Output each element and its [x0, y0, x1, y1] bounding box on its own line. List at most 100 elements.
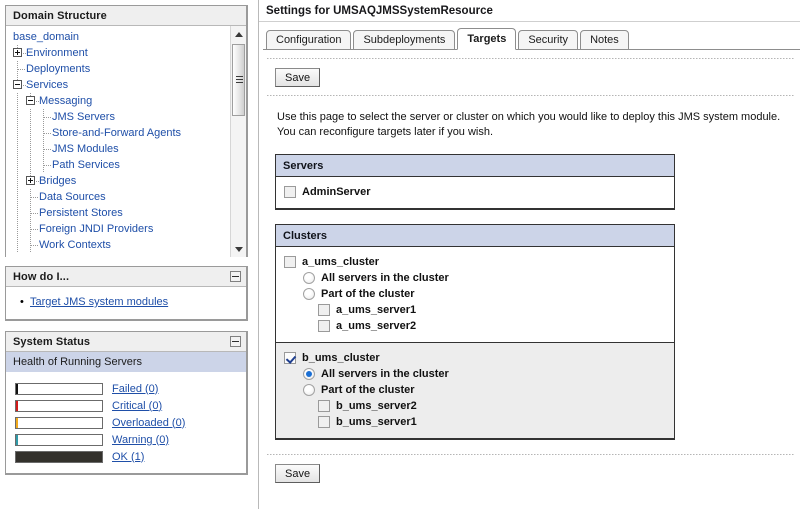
- tree-item-persistent-stores[interactable]: Persistent Stores: [13, 205, 231, 221]
- tab-security[interactable]: Security: [518, 30, 579, 50]
- option-label: All servers in the cluster: [321, 368, 449, 380]
- servers-panel-body: AdminServer: [276, 177, 674, 208]
- checkbox-unchecked-icon[interactable]: [318, 304, 330, 316]
- tree-item-label: Data Sources: [39, 191, 106, 203]
- health-label[interactable]: Failed (0): [112, 383, 158, 395]
- domain-structure-panel: Domain Structure base_domain Environment D…: [5, 5, 248, 257]
- tree-expander-minus-icon[interactable]: [13, 77, 27, 93]
- option-row-b-ums-server1[interactable]: b_ums_server1: [276, 414, 674, 430]
- tree-item-label: Deployments: [26, 63, 91, 75]
- scroll-down-arrow-icon[interactable]: [231, 241, 246, 257]
- option-row-a-ums-server2[interactable]: a_ums_server2: [276, 318, 674, 334]
- radio-checked-icon[interactable]: [303, 368, 315, 380]
- clusters-panel-header: Clusters: [276, 225, 674, 247]
- checkbox-checked-icon[interactable]: [284, 352, 296, 364]
- option-row-a-ums-server1[interactable]: a_ums_server1: [276, 302, 674, 318]
- system-status-header: System Status: [6, 332, 246, 352]
- scrollbar-thumb[interactable]: [232, 44, 245, 116]
- tab-bar: Configuration Subdeployments Targets Securi…: [259, 26, 800, 50]
- tree-item-label: base_domain: [13, 31, 80, 43]
- option-row-all-servers-in-the-cluster[interactable]: All servers in the cluster: [276, 366, 674, 382]
- tree-guide: [26, 125, 39, 141]
- tree-guide: [39, 109, 52, 125]
- option-row-a-ums-cluster[interactable]: a_ums_cluster: [276, 254, 674, 270]
- option-row-b-ums-server2[interactable]: b_ums_server2: [276, 398, 674, 414]
- divider: [267, 95, 795, 96]
- option-row-b-ums-cluster[interactable]: b_ums_cluster: [276, 350, 674, 366]
- tree-item-foreign-jndi-providers[interactable]: Foreign JNDI Providers: [13, 221, 231, 237]
- tab-configuration[interactable]: Configuration: [266, 30, 352, 50]
- tree-item-jms-servers[interactable]: JMS Servers: [13, 109, 231, 125]
- tree-guide: [13, 93, 26, 109]
- option-label: b_ums_server1: [336, 416, 417, 428]
- checkbox-unchecked-icon[interactable]: [284, 256, 296, 268]
- bullet-icon: •: [20, 296, 24, 308]
- domain-tree: base_domain Environment Deployments Service…: [6, 29, 231, 253]
- health-label[interactable]: OK (1): [112, 451, 144, 463]
- tree-item-label: Work Contexts: [39, 239, 111, 251]
- scroll-up-arrow-icon[interactable]: [231, 26, 246, 42]
- tree-item-path-services[interactable]: Path Services: [13, 157, 231, 173]
- option-row-part-of-the-cluster[interactable]: Part of the cluster: [276, 382, 674, 398]
- health-bar-fill: [16, 417, 18, 428]
- checkbox-unchecked-icon[interactable]: [284, 186, 296, 198]
- how-do-i-link-0[interactable]: Target JMS system modules: [30, 296, 168, 308]
- tree-item-label: Environment: [26, 47, 88, 59]
- tree-guide: [26, 189, 39, 205]
- option-label: a_ums_cluster: [302, 256, 380, 268]
- checkbox-unchecked-icon[interactable]: [318, 416, 330, 428]
- tab-targets[interactable]: Targets: [457, 28, 517, 50]
- tab-label: Security: [528, 34, 569, 46]
- tree-guide: [39, 125, 52, 141]
- save-button-bottom[interactable]: Save: [275, 464, 321, 483]
- option-row-adminserver[interactable]: AdminServer: [276, 184, 674, 200]
- health-row: OK (1): [6, 448, 246, 465]
- tree-item-jms-modules[interactable]: JMS Modules: [13, 141, 231, 157]
- tab-notes[interactable]: Notes: [580, 30, 629, 50]
- health-label[interactable]: Warning (0): [112, 434, 169, 446]
- tree-item-environment[interactable]: Environment: [13, 45, 231, 61]
- minus-box-icon[interactable]: [230, 271, 241, 282]
- domain-tree-scrollbar[interactable]: [230, 26, 246, 257]
- tree-item-label: Store-and-Forward Agents: [52, 127, 182, 139]
- tree-item-work-contexts[interactable]: Work Contexts: [13, 237, 231, 253]
- option-label: All servers in the cluster: [321, 272, 449, 284]
- health-row: Critical (0): [6, 397, 246, 414]
- tree-guide: [39, 141, 52, 157]
- tree-item-deployments[interactable]: Deployments: [13, 61, 231, 77]
- tab-subdeployments[interactable]: Subdeployments: [353, 30, 456, 50]
- servers-panel-header: Servers: [276, 155, 674, 177]
- tree-item-data-sources[interactable]: Data Sources: [13, 189, 231, 205]
- option-label: a_ums_server1: [336, 304, 417, 316]
- minus-box-icon[interactable]: [230, 336, 241, 347]
- tree-item-bridges[interactable]: Bridges: [13, 173, 231, 189]
- tree-item-services[interactable]: Services: [13, 77, 231, 93]
- tree-expander-plus-icon[interactable]: [13, 45, 27, 61]
- health-bar: [15, 450, 103, 463]
- radio-unchecked-icon[interactable]: [303, 288, 315, 300]
- checkbox-unchecked-icon[interactable]: [318, 400, 330, 412]
- tree-expander-plus-icon[interactable]: [26, 173, 40, 189]
- tree-item-base-domain[interactable]: base_domain: [13, 29, 231, 45]
- health-bar-fill: [16, 451, 102, 462]
- tree-guide: [39, 157, 52, 173]
- tab-label: Targets: [467, 33, 507, 45]
- option-row-all-servers-in-the-cluster[interactable]: All servers in the cluster: [276, 270, 674, 286]
- tree-guide: [13, 205, 26, 221]
- save-button-top[interactable]: Save: [275, 68, 321, 87]
- checkbox-unchecked-icon[interactable]: [318, 320, 330, 332]
- radio-unchecked-icon[interactable]: [303, 384, 315, 396]
- divider: [267, 454, 795, 455]
- radio-unchecked-icon[interactable]: [303, 272, 315, 284]
- tab-label: Notes: [590, 34, 619, 46]
- option-label: b_ums_cluster: [302, 352, 380, 364]
- tree-item-store-and-forward-agents[interactable]: Store-and-Forward Agents: [13, 125, 231, 141]
- tree-expander-minus-icon[interactable]: [26, 93, 40, 109]
- option-row-part-of-the-cluster[interactable]: Part of the cluster: [276, 286, 674, 302]
- tree-item-label: Messaging: [39, 95, 93, 107]
- tree-item-messaging[interactable]: Messaging: [13, 93, 231, 109]
- health-label[interactable]: Critical (0): [112, 400, 162, 412]
- health-bar: [15, 433, 103, 446]
- health-label[interactable]: Overloaded (0): [112, 417, 185, 429]
- tree-guide: [13, 237, 26, 253]
